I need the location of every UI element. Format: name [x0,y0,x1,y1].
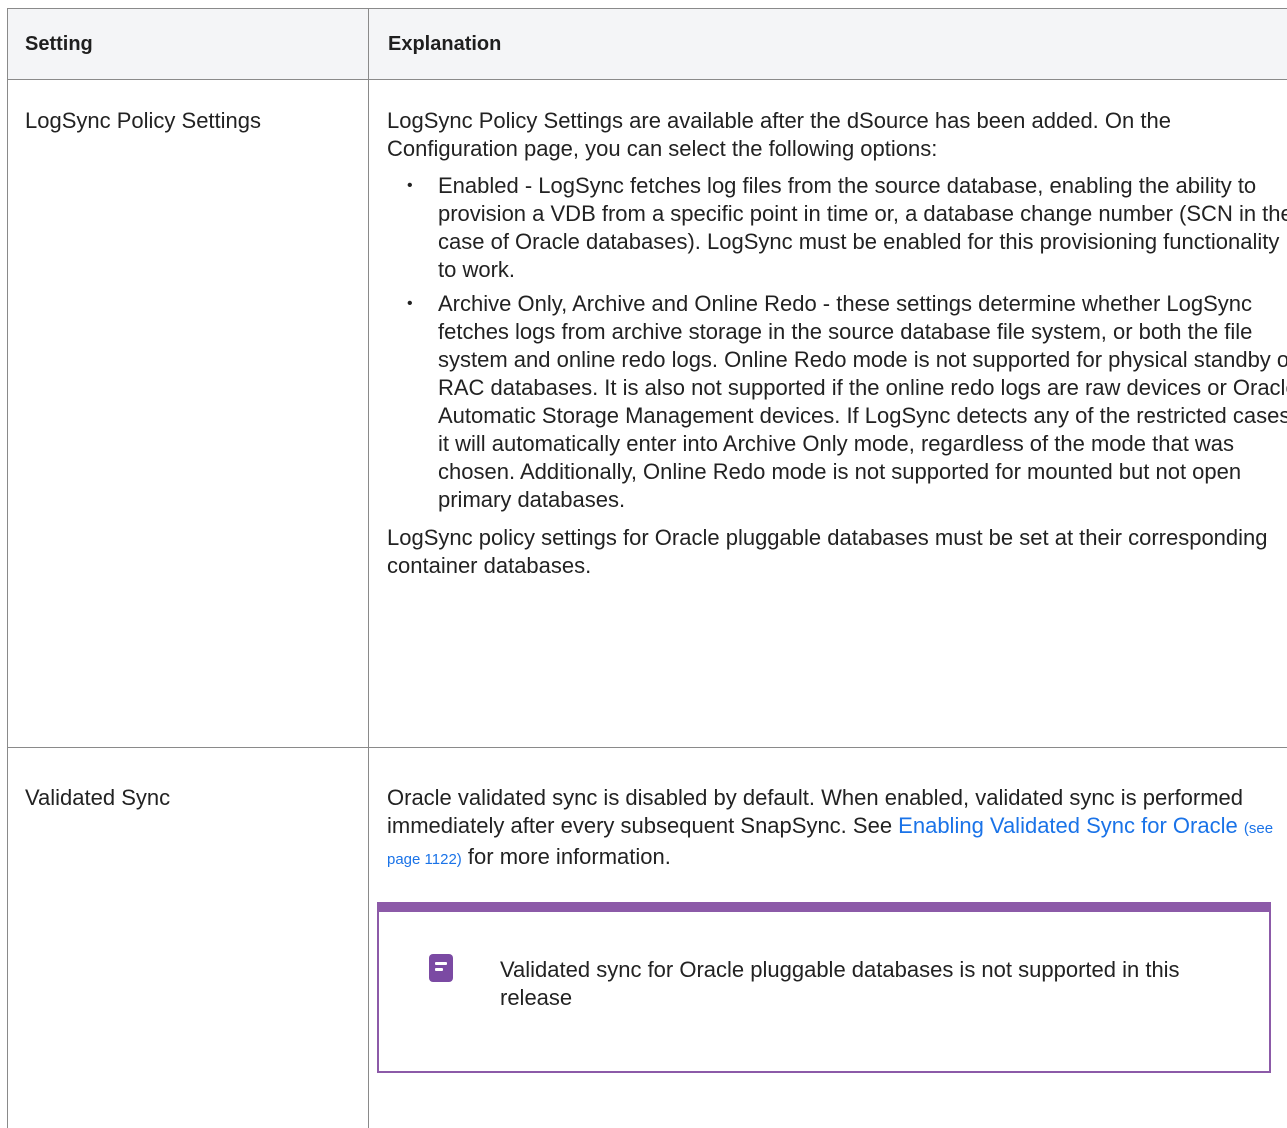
bullet-icon: • [407,177,413,194]
note-text: Validated sync for Oracle pluggable data… [500,957,1180,1010]
table-row: LogSync Policy Settings LogSync Policy S… [8,80,1287,748]
setting-name: LogSync Policy Settings [8,80,369,747]
options-list: • Enabled - LogSync fetches log files fro… [387,172,1287,514]
list-item: • Enabled - LogSync fetches log files fro… [407,173,1287,282]
explanation-outro: LogSync policy settings for Oracle plugg… [387,525,1268,578]
header-explanation: Explanation [388,33,502,55]
note-icon [429,954,453,982]
explanation-cell: LogSync Policy Settings are available af… [369,80,1287,747]
setting-name: Validated Sync [8,748,369,1128]
header-setting: Setting [8,9,369,79]
explanation-intro: LogSync Policy Settings are available af… [387,108,1171,161]
bullet-icon: • [407,295,413,312]
explanation-text: Oracle validated sync is disabled by def… [387,785,1274,869]
note-callout: Validated sync for Oracle pluggable data… [377,902,1271,1073]
list-item: • Archive Only, Archive and Online Redo -… [407,291,1287,512]
table-header-row: Setting Explanation [8,9,1287,80]
